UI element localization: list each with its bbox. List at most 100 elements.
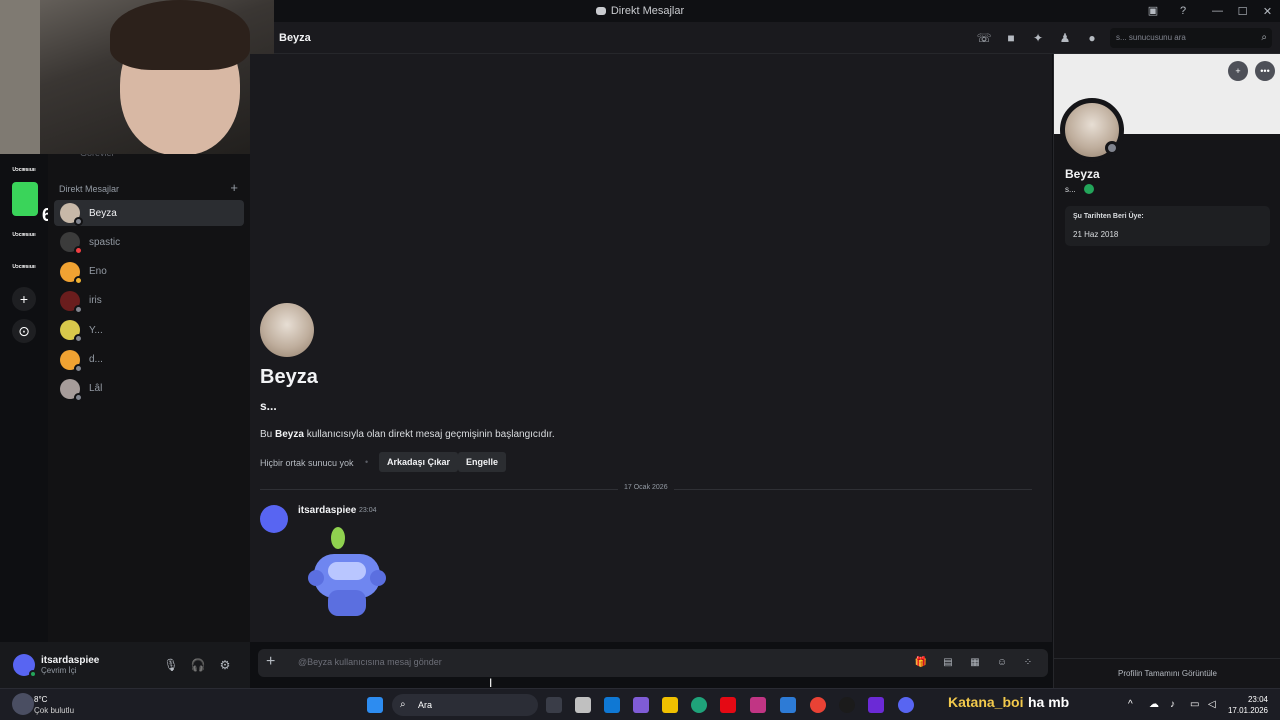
vs-icon[interactable] xyxy=(868,697,884,713)
headphones-icon[interactable]: 🎧 xyxy=(190,657,206,673)
start-icon[interactable] xyxy=(367,697,383,713)
taskbar-search-label: Ara xyxy=(418,700,433,710)
user-profile-icon[interactable]: ● xyxy=(1084,30,1100,46)
view-full-profile-button[interactable]: Profilin Tamamını Görüntüle xyxy=(1054,658,1280,688)
explore-icon[interactable]: ⊙ xyxy=(12,319,36,343)
new-dm-icon[interactable]: + xyxy=(230,180,238,195)
search-input[interactable]: s... sunucusunu ara ⌕ xyxy=(1110,28,1272,48)
chat-area: Beyza s... Bu Beyza kullanıcısıyla olan … xyxy=(250,54,1052,642)
server-icon[interactable] xyxy=(12,182,38,216)
sticker-icon[interactable]: ▦ xyxy=(968,656,982,670)
steam-icon[interactable] xyxy=(839,697,855,713)
server-icon[interactable]: Uɔcıɐsıuıı xyxy=(6,167,42,181)
profile-username: s... xyxy=(1065,185,1076,194)
profile-panel: + ••• Beyza s... Şu Tarihten Beri Üye: 2… xyxy=(1053,54,1280,688)
emoji-icon[interactable]: ☺ xyxy=(995,656,1009,670)
help-icon[interactable]: ? xyxy=(1175,3,1191,19)
add-server-icon[interactable]: + xyxy=(12,287,36,311)
settings-gear-icon[interactable]: ⚙ xyxy=(217,657,233,673)
message-input[interactable]: @Beyza kullanıcısına mesaj gönder xyxy=(298,657,442,667)
leaf-shape xyxy=(331,527,345,549)
dm-avatar xyxy=(60,378,83,402)
more-options-icon[interactable]: ••• xyxy=(1255,61,1275,81)
profile-badge-icon xyxy=(1084,184,1094,194)
copilot-icon[interactable] xyxy=(633,697,649,713)
discord-icon[interactable] xyxy=(898,697,914,713)
netflix-icon[interactable] xyxy=(720,697,736,713)
stream-overlay-name: Katana_boi xyxy=(948,694,1024,710)
status-dot xyxy=(74,217,83,226)
chrome-icon[interactable] xyxy=(810,697,826,713)
apps-icon[interactable]: ⁘ xyxy=(1021,656,1035,670)
add-friend-icon[interactable]: + xyxy=(1228,61,1248,81)
onedrive-icon[interactable]: ☁ xyxy=(1149,699,1159,710)
dm-item-ll[interactable]: Lâl xyxy=(54,376,244,402)
search-icon: ⌕ xyxy=(1261,32,1267,43)
microphone-tray-icon[interactable]: ♪ xyxy=(1170,699,1175,710)
inbox-icon[interactable]: ▣ xyxy=(1145,3,1161,19)
app-root: Direkt Mesajlar ▣ ? — ☐ ✕ Uɔcıɐsıuıı 6 U… xyxy=(0,0,1280,720)
message-author-avatar[interactable] xyxy=(260,505,288,533)
maximize-button[interactable]: ☐ xyxy=(1230,5,1255,18)
gif-icon[interactable]: ▤ xyxy=(941,656,955,670)
chat-intro-avatar xyxy=(260,303,314,357)
webcam-overlay xyxy=(0,0,274,154)
message-author[interactable]: itsardaspiee xyxy=(298,505,356,516)
pin-icon[interactable]: ✦ xyxy=(1030,30,1046,46)
status-dot xyxy=(74,334,83,344)
dm-item-eno[interactable]: Eno xyxy=(54,259,244,285)
dm-avatar xyxy=(60,232,83,256)
volume-icon[interactable]: ◁ xyxy=(1208,699,1216,710)
profile-avatar[interactable] xyxy=(1060,98,1124,162)
server-icon[interactable]: Uɔcıɐsıuıı xyxy=(6,232,42,246)
message-composer[interactable]: + @Beyza kullanıcısına mesaj gönder 🎁 ▤ … xyxy=(258,649,1048,677)
task-view-icon[interactable] xyxy=(546,697,562,713)
gift-icon[interactable]: 🎁 xyxy=(914,656,928,670)
file-explorer-icon[interactable] xyxy=(662,697,678,713)
dm-item-spastic[interactable]: spastic xyxy=(54,229,244,256)
outlook-icon[interactable] xyxy=(604,697,620,713)
stream-overlay-text: ha mb xyxy=(1028,694,1070,710)
user-avatar[interactable] xyxy=(13,654,37,678)
user-name: itsardaspiee xyxy=(41,655,100,666)
dm-item-y[interactable]: Y... xyxy=(54,317,244,344)
remove-friend-button[interactable]: Arkadaşı Çıkar xyxy=(379,452,459,472)
dm-item-iris[interactable]: iris xyxy=(54,288,244,314)
add-friends-icon[interactable]: ♟ xyxy=(1057,30,1073,46)
sticker-face xyxy=(328,562,366,580)
status-dot xyxy=(74,363,83,373)
close-button[interactable]: ✕ xyxy=(1255,5,1280,18)
instagram-icon[interactable] xyxy=(750,697,766,713)
attach-icon[interactable]: + xyxy=(266,653,275,671)
microphone-icon[interactable]: 🎙 xyxy=(163,657,179,673)
edge-icon[interactable] xyxy=(691,697,707,713)
text-cursor-icon: I xyxy=(489,676,493,690)
taskbar-search[interactable]: ⌕ Ara xyxy=(392,694,538,716)
dm-section-title: Direkt Mesajlar xyxy=(59,184,120,194)
window-title-text: Direkt Mesajlar xyxy=(610,5,685,17)
dm-item-beyza[interactable]: Beyza xyxy=(54,200,244,226)
store-icon[interactable] xyxy=(575,697,591,713)
weather-icon[interactable] xyxy=(12,693,34,715)
status-dot xyxy=(1105,141,1119,155)
intro-name: Beyza xyxy=(275,429,304,440)
window-controls: — ☐ ✕ xyxy=(1205,0,1280,22)
minimize-button[interactable]: — xyxy=(1205,5,1230,17)
dm-avatar xyxy=(60,203,83,226)
clock-time: 23:04 xyxy=(1247,695,1268,704)
server-icon[interactable]: Uɔcıɐsıuıı xyxy=(6,264,42,278)
chat-intro-text: Bu Beyza kullanıcısıyla olan direkt mesa… xyxy=(260,429,555,440)
system-clock[interactable]: 23:04 17.01.2026 xyxy=(1228,694,1268,716)
dm-item-d[interactable]: d... xyxy=(54,347,244,373)
tray-chevron-icon[interactable]: ^ xyxy=(1128,699,1133,710)
user-info[interactable]: itsardaspiee Çevrim İçi xyxy=(41,655,99,675)
app-icon[interactable] xyxy=(780,697,796,713)
user-panel: itsardaspiee Çevrim İçi 🎙 🎧 ⚙ xyxy=(0,642,250,688)
block-button[interactable]: Engelle xyxy=(458,452,507,472)
display-icon[interactable]: ▭ xyxy=(1190,699,1199,710)
voice-call-icon[interactable]: ☏ xyxy=(976,30,992,46)
video-call-icon[interactable]: ■ xyxy=(1003,30,1019,46)
wumpus-sticker[interactable] xyxy=(306,524,390,624)
dm-avatar xyxy=(60,320,83,344)
taskbar: 8°C Çok bulutlu ⌕ Ara Katana_boi ha mb ^… xyxy=(0,688,1280,720)
